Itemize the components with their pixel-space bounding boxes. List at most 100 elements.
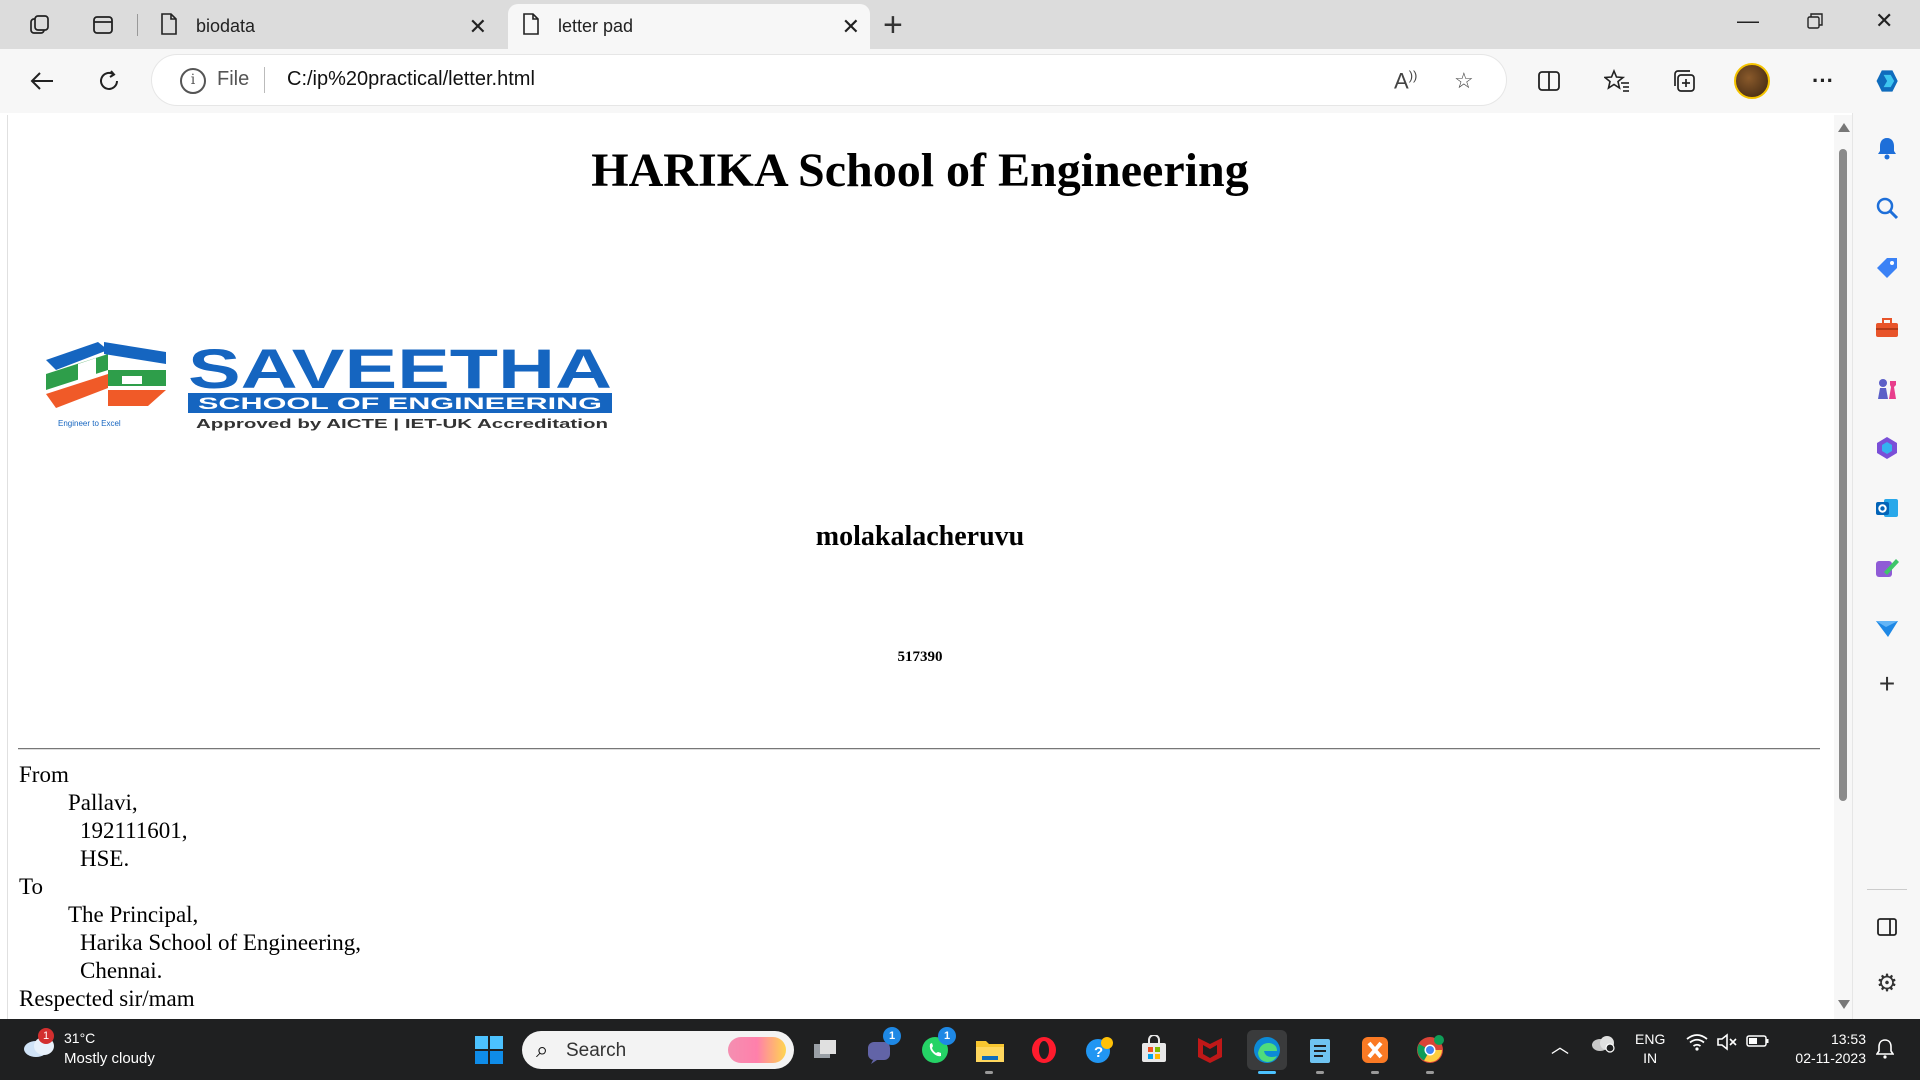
saveetha-logo: Engineer to Excel SAVEETHA SCHOOL OF ENG… — [38, 330, 628, 440]
from-line: Pallavi, — [68, 790, 138, 815]
tab-actions-icon[interactable] — [90, 12, 116, 38]
tab-separator — [137, 14, 138, 36]
search-highlight-art-icon — [728, 1037, 786, 1063]
microsoft-store-icon[interactable] — [1137, 1033, 1171, 1067]
horizontal-rule — [18, 748, 1820, 750]
more-options-icon[interactable]: ··· — [1808, 66, 1838, 96]
microsoft-365-icon[interactable] — [1869, 430, 1905, 466]
logo-accreditation: Approved by AICTE | IET-UK Accreditation — [196, 416, 608, 431]
volume-muted-icon[interactable] — [1716, 1033, 1738, 1056]
tab-label: letter pad — [558, 16, 634, 36]
to-line: The Principal, — [68, 902, 199, 927]
opera-icon[interactable] — [1027, 1033, 1061, 1067]
page-heading: HARIKA School of Engineering — [591, 144, 1249, 197]
close-tab-icon[interactable]: ✕ — [842, 14, 860, 40]
favorite-star-icon[interactable]: ☆ — [1454, 68, 1474, 94]
url-text[interactable]: C:/ip%20practical/letter.html — [287, 68, 535, 91]
document-icon — [160, 13, 178, 40]
file-explorer-icon[interactable] — [973, 1033, 1007, 1067]
to-line: Harika School of Engineering, — [80, 930, 362, 955]
mcafee-icon[interactable] — [1193, 1033, 1227, 1067]
teams-badge: 1 — [883, 1027, 901, 1045]
help-tips-icon[interactable]: ? — [1083, 1033, 1117, 1067]
scrollbar-thumb[interactable] — [1839, 149, 1847, 801]
scroll-up-arrow-icon[interactable] — [1838, 123, 1850, 132]
to-label: To — [19, 874, 43, 899]
page-scrollbar[interactable] — [1834, 115, 1852, 1019]
search-icon: ⌕ — [536, 1037, 549, 1062]
notepad-icon[interactable] — [1303, 1033, 1337, 1067]
document-icon — [522, 13, 540, 40]
close-tab-icon[interactable]: ✕ — [469, 14, 487, 40]
read-aloud-icon[interactable]: A)) — [1394, 68, 1417, 94]
restore-button[interactable] — [1806, 10, 1824, 36]
shopping-tag-icon[interactable] — [1869, 250, 1905, 286]
taskbar-search[interactable]: ⌕ Search — [522, 1031, 794, 1069]
logo-name: SAVEETHA — [188, 337, 612, 400]
edge-sidebar: + ⚙ — [1852, 113, 1920, 1019]
workspaces-icon[interactable] — [27, 12, 53, 38]
scroll-down-arrow-icon[interactable] — [1838, 1000, 1850, 1009]
running-indicator — [985, 1071, 993, 1074]
split-screen-icon[interactable] — [1534, 66, 1564, 96]
search-icon[interactable] — [1869, 190, 1905, 226]
profile-avatar[interactable] — [1734, 63, 1770, 99]
tab-label: biodata — [196, 16, 256, 36]
clock-date: 02-11-2023 — [1795, 1050, 1866, 1066]
edge-browser-icon[interactable] — [1247, 1030, 1287, 1070]
minimize-button[interactable]: — — [1737, 8, 1759, 34]
wifi-icon[interactable] — [1686, 1033, 1708, 1056]
refresh-button[interactable] — [93, 65, 125, 97]
saveetha-emblem-icon — [46, 342, 166, 408]
designer-icon[interactable] — [1869, 550, 1905, 586]
favorites-icon[interactable] — [1602, 66, 1632, 96]
chrome-icon[interactable] — [1413, 1033, 1447, 1067]
to-line: Chennai. — [80, 958, 163, 983]
back-button[interactable] — [26, 65, 58, 97]
running-indicator — [1371, 1071, 1379, 1074]
address-bar[interactable]: i File C:/ip%20practical/letter.html A))… — [152, 55, 1506, 105]
language-code: ENG — [1635, 1031, 1666, 1047]
tab-letter-pad[interactable]: letter pad ✕ — [508, 4, 870, 49]
battery-icon[interactable] — [1746, 1033, 1770, 1054]
notifications-bell-icon[interactable] — [1869, 130, 1905, 166]
onedrive-cloud-icon[interactable] — [1590, 1033, 1616, 1058]
from-line: 192111601, — [80, 818, 188, 843]
collections-icon[interactable] — [1670, 66, 1700, 96]
new-tab-button[interactable]: + — [883, 6, 903, 45]
tab-biodata[interactable]: biodata ✕ — [146, 4, 497, 49]
weather-alert-badge: 1 — [38, 1028, 54, 1044]
settings-gear-icon[interactable]: ⚙ — [1869, 965, 1905, 1001]
search-placeholder: Search — [566, 1040, 627, 1061]
from-label: From — [19, 762, 69, 787]
logo-subtitle: SCHOOL OF ENGINEERING — [198, 394, 602, 413]
site-info-icon[interactable]: i — [180, 68, 206, 94]
weather-description: Mostly cloudy — [64, 1050, 155, 1067]
scheme-label: File — [217, 68, 250, 90]
running-indicator — [1316, 1071, 1324, 1074]
show-hidden-icons-chevron-icon[interactable]: ︿ — [1551, 1033, 1569, 1059]
close-window-button[interactable]: ✕ — [1875, 8, 1893, 34]
windows-start-icon[interactable] — [472, 1033, 506, 1067]
hide-sidebar-icon[interactable] — [1869, 909, 1905, 945]
send-plane-icon[interactable] — [1869, 610, 1905, 646]
add-sidebar-app-icon[interactable]: + — [1869, 666, 1905, 702]
system-clock[interactable]: 13:53 02-11-2023 — [1786, 1030, 1866, 1068]
address-separator — [264, 67, 265, 93]
from-line: HSE. — [80, 846, 130, 871]
copilot-icon[interactable] — [1873, 66, 1903, 96]
letter-body: From Pallavi, 192111601, HSE. To The Pri… — [19, 761, 361, 1013]
svg-text:?: ? — [1094, 1044, 1103, 1061]
games-chess-icon[interactable] — [1869, 370, 1905, 406]
outlook-icon[interactable] — [1869, 490, 1905, 526]
xampp-icon[interactable] — [1358, 1033, 1392, 1067]
tools-briefcase-icon[interactable] — [1869, 310, 1905, 346]
active-indicator — [1258, 1071, 1276, 1074]
task-view-icon[interactable] — [809, 1033, 843, 1067]
notification-center-icon[interactable] — [1875, 1039, 1895, 1064]
teams-chat-icon[interactable]: 1 — [863, 1027, 901, 1067]
whatsapp-icon[interactable]: 1 — [918, 1027, 956, 1067]
language-indicator[interactable]: ENG IN — [1635, 1030, 1665, 1068]
weather-temperature: 31°C — [64, 1030, 96, 1046]
pincode-line: 517390 — [897, 649, 943, 665]
